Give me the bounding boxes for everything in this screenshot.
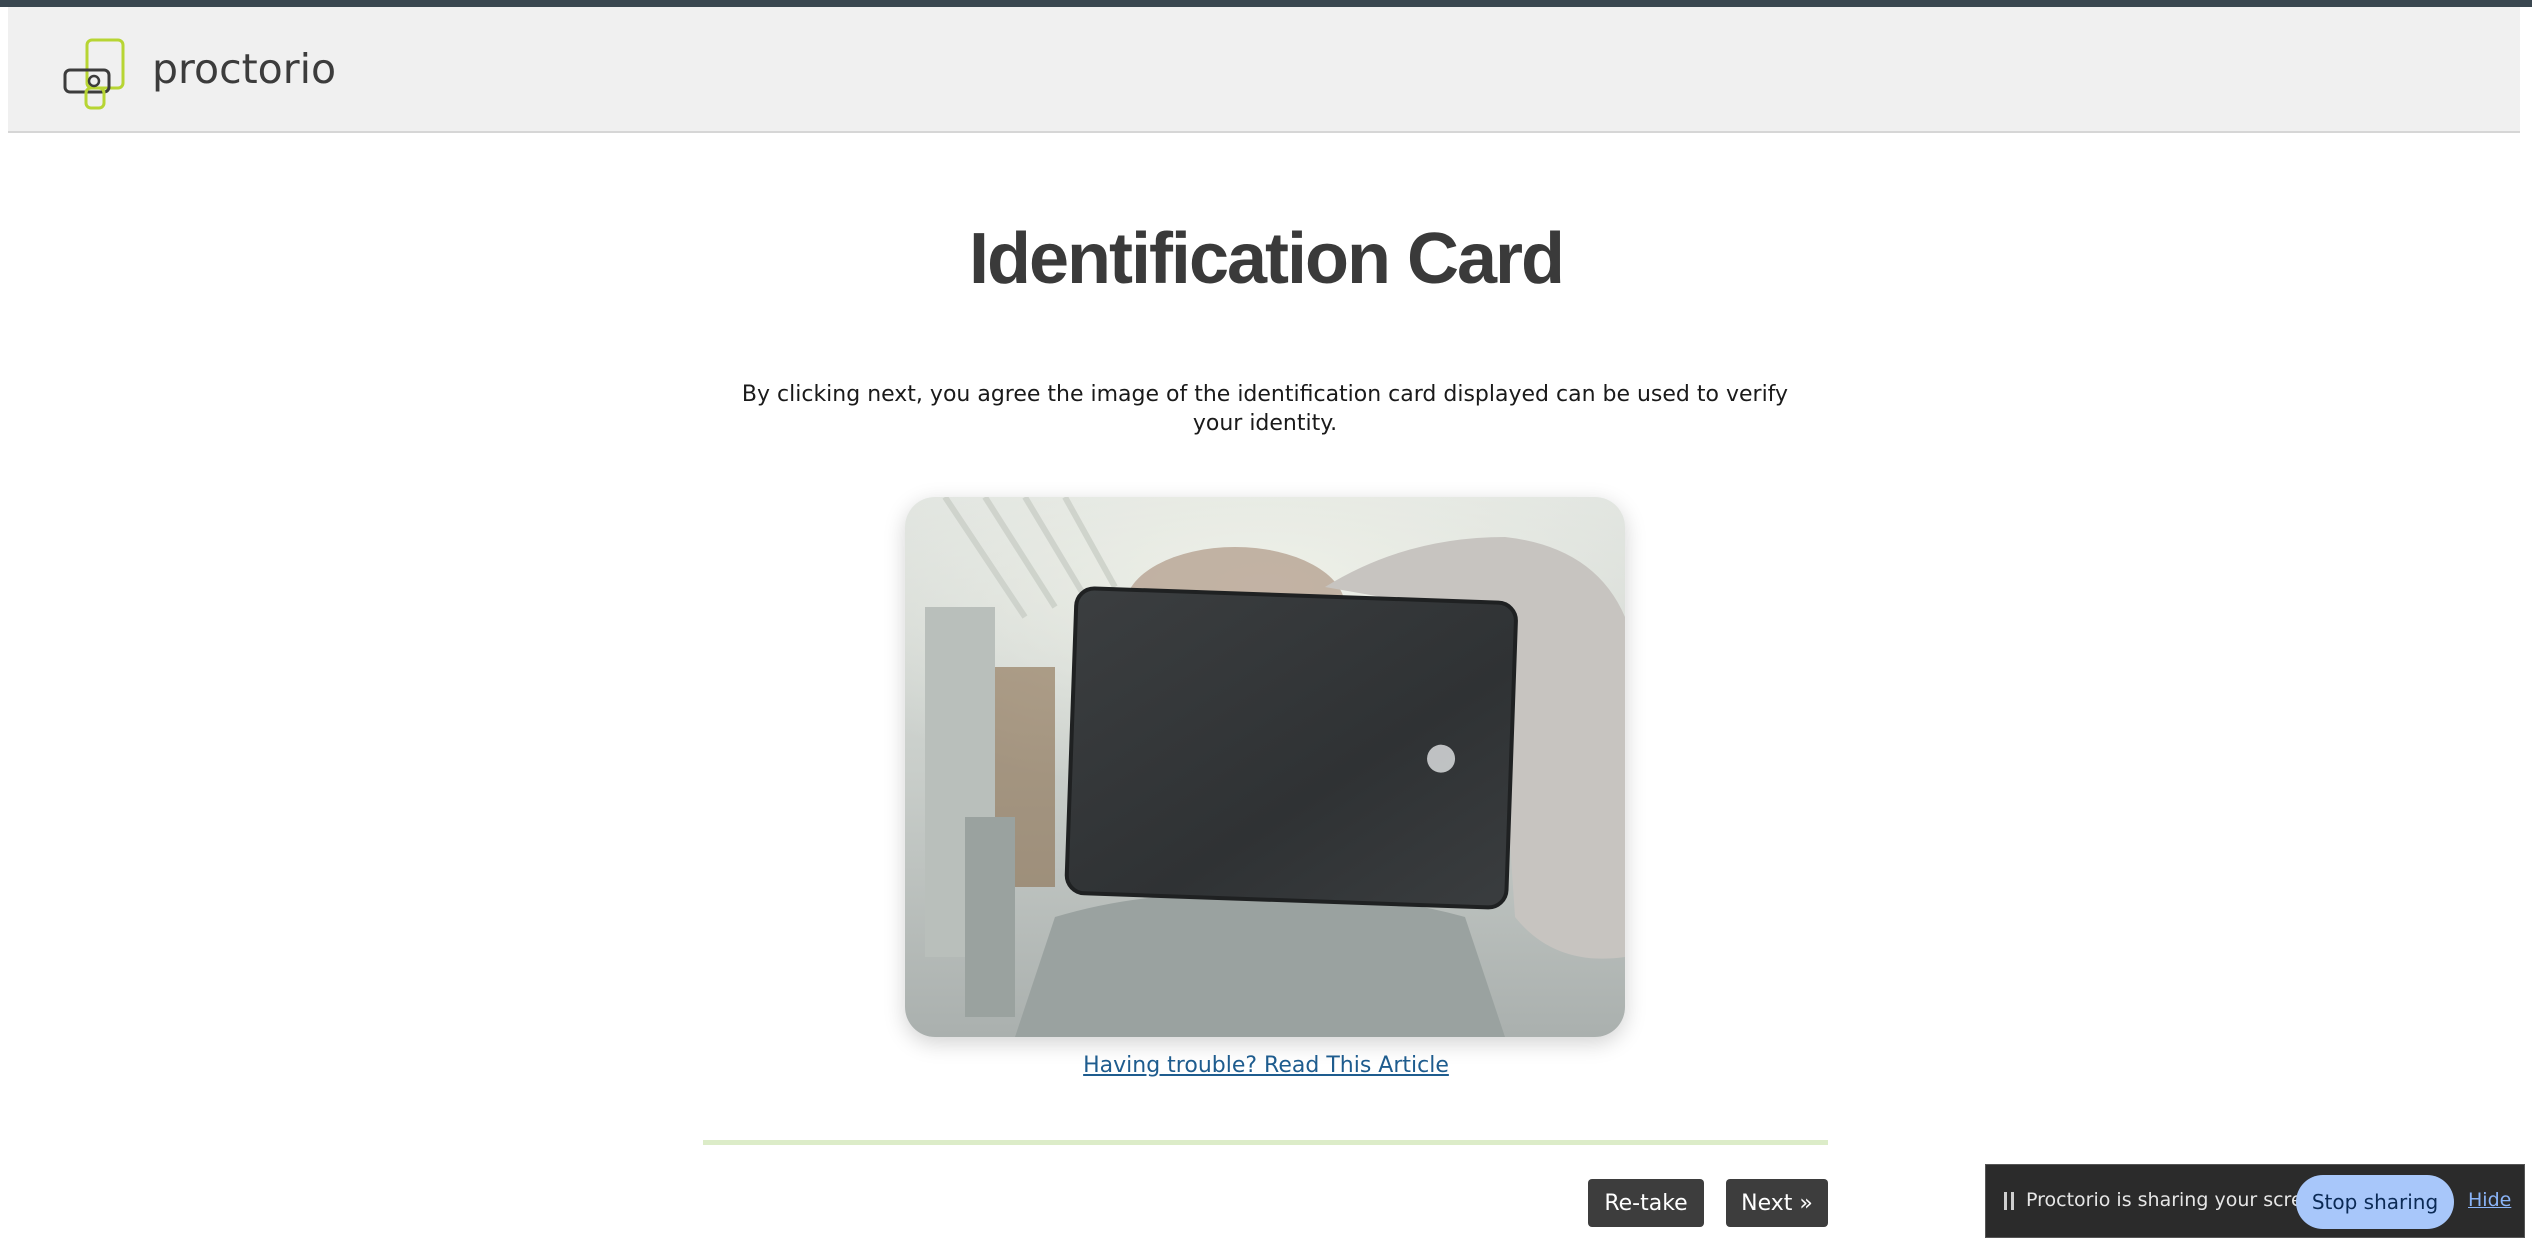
brand-name: proctorio [152, 45, 337, 93]
share-message: Proctorio is sharing your screen. [2026, 1189, 2333, 1211]
next-button[interactable]: Next » [1726, 1179, 1828, 1227]
consent-description: By clicking next, you agree the image of… [741, 382, 1789, 436]
page-title: Identification Card [968, 219, 1565, 299]
id-card-photo [905, 497, 1625, 1037]
stop-sharing-button[interactable]: Stop sharing [2296, 1175, 2454, 1229]
progress-bar [703, 1140, 1828, 1145]
pause-icon[interactable] [2004, 1192, 2016, 1210]
progress-bar-fill [703, 1140, 1828, 1145]
screen-share-notification: Proctorio is sharing your screen. Stop s… [1985, 1164, 2525, 1238]
help-article-link[interactable]: Having trouble? Read This Article [1083, 1053, 1449, 1078]
hide-link[interactable]: Hide [2468, 1189, 2511, 1211]
top-accent-line [0, 0, 2532, 7]
proctorio-logo-icon [63, 38, 125, 110]
header-bar: proctorio [8, 7, 2520, 133]
help-link-container: Having trouble? Read This Article [0, 1053, 2532, 1078]
retake-button[interactable]: Re-take [1588, 1179, 1704, 1227]
